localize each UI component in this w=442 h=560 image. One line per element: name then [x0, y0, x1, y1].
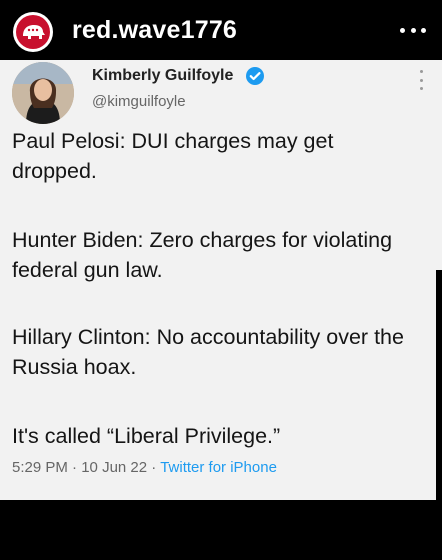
- profile-picture[interactable]: [12, 62, 74, 124]
- tweet-meta: 5:29 PM · 10 Jun 22 · Twitter for iPhone: [12, 459, 277, 476]
- more-horizontal-icon[interactable]: [400, 20, 426, 40]
- account-avatar[interactable]: [13, 12, 53, 52]
- tweet-paragraph: Hillary Clinton: No accountability over …: [12, 325, 404, 379]
- tweet-screenshot: Kimberly Guilfoyle @kimguilfoyle Paul Pe…: [0, 60, 442, 560]
- tweet-date[interactable]: 10 Jun 22: [81, 459, 147, 476]
- verified-badge-icon: [245, 66, 265, 86]
- tweet-paragraph: Hunter Biden: Zero charges for violating…: [12, 228, 393, 282]
- post-header: red.wave1776: [0, 0, 442, 60]
- tweet-paragraph: Paul Pelosi: DUI charges may get dropped…: [12, 129, 334, 183]
- tweet-paragraph: It's called “Liberal Privilege.”: [12, 424, 281, 448]
- scroll-edge: [436, 270, 442, 560]
- tweet-source-link[interactable]: Twitter for iPhone: [160, 459, 277, 476]
- elephant-logo-icon: [16, 15, 50, 49]
- meta-separator: ·: [151, 459, 157, 476]
- author-handle[interactable]: @kimguilfoyle: [92, 93, 186, 110]
- account-username[interactable]: red.wave1776: [72, 16, 237, 45]
- author-display-name[interactable]: Kimberly Guilfoyle: [92, 67, 233, 85]
- tweet-time[interactable]: 5:29 PM: [12, 459, 68, 476]
- meta-separator: ·: [72, 459, 78, 476]
- tweet-more-icon[interactable]: [418, 70, 424, 90]
